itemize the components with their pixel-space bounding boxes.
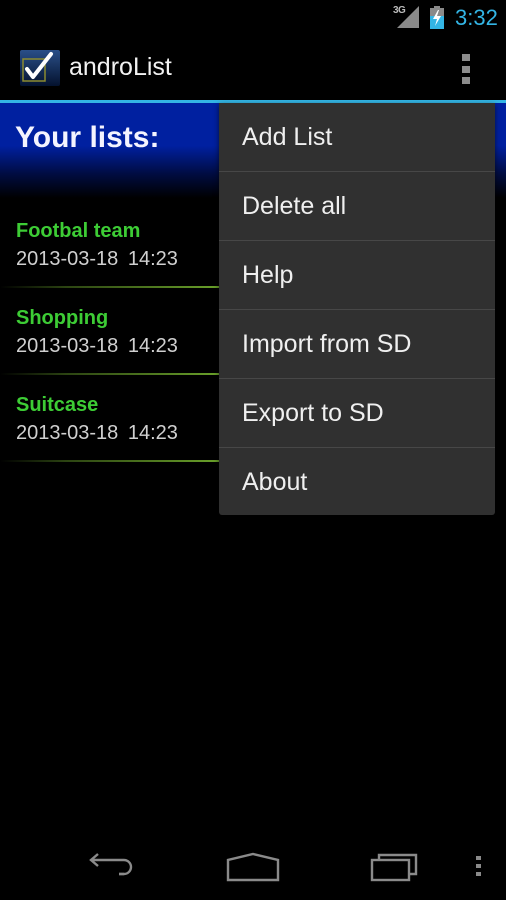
menu-item-label: Add List <box>242 123 333 151</box>
menu-item-export-to-sd[interactable]: Export to SD <box>219 379 495 448</box>
action-bar: androList <box>0 36 506 100</box>
home-icon[interactable] <box>226 846 280 882</box>
list-item[interactable]: Shopping 2013-03-18 14:23 <box>0 295 220 382</box>
list-date: 2013-03-18 14:23 <box>16 422 178 444</box>
status-bar: 3G 3:32 <box>0 0 506 36</box>
overflow-menu: Add List Delete all Help Import from SD … <box>219 103 495 515</box>
network-type-label: 3G <box>393 5 406 16</box>
list-item[interactable]: Suitcase 2013-03-18 14:23 <box>0 382 220 469</box>
list-date: 2013-03-18 14:23 <box>16 248 178 270</box>
page-title: Your lists: <box>15 121 160 154</box>
navigation-bar <box>0 830 506 900</box>
battery-charging-icon <box>430 6 444 29</box>
menu-item-label: Import from SD <box>242 330 412 358</box>
list-divider <box>0 286 220 288</box>
menu-item-label: About <box>242 468 308 496</box>
overflow-menu-button[interactable] <box>454 52 478 86</box>
list-name: Suitcase <box>16 394 99 416</box>
overflow-menu-icon[interactable] <box>474 846 484 882</box>
checkbox-app-icon[interactable] <box>20 50 60 86</box>
list-date: 2013-03-18 14:23 <box>16 335 178 357</box>
back-icon[interactable] <box>88 846 136 882</box>
overflow-dot <box>462 77 470 84</box>
list-divider <box>0 460 220 462</box>
list-item[interactable]: Footbal team 2013-03-18 14:23 <box>0 208 220 295</box>
lists-list: Footbal team 2013-03-18 14:23 Shopping 2… <box>0 208 220 469</box>
menu-item-add-list[interactable]: Add List <box>219 103 495 172</box>
menu-item-about[interactable]: About <box>219 448 495 516</box>
menu-item-help[interactable]: Help <box>219 241 495 310</box>
menu-item-label: Help <box>242 261 294 289</box>
clock: 3:32 <box>455 5 498 30</box>
list-divider <box>0 373 220 375</box>
menu-item-label: Delete all <box>242 192 347 220</box>
app-title: androList <box>69 53 172 81</box>
list-name: Shopping <box>16 307 109 329</box>
overflow-dot <box>462 65 470 73</box>
list-name: Footbal team <box>16 220 141 242</box>
menu-item-label: Export to SD <box>242 399 384 427</box>
menu-item-delete-all[interactable]: Delete all <box>219 172 495 241</box>
recent-apps-icon[interactable] <box>370 846 420 882</box>
menu-item-import-from-sd[interactable]: Import from SD <box>219 310 495 379</box>
overflow-dot <box>462 54 470 61</box>
